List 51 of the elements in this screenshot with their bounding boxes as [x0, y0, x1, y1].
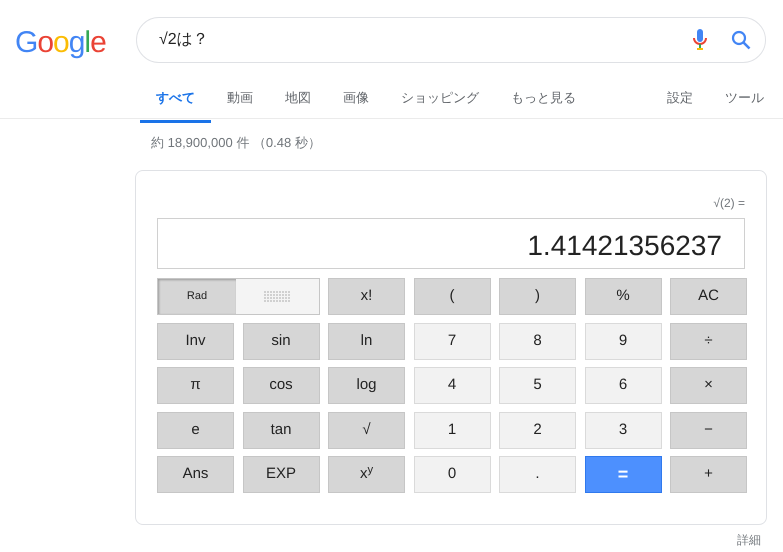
search-tab[interactable]: すべて	[140, 80, 211, 122]
calculator-key[interactable]: ln	[328, 322, 405, 360]
calculator-key[interactable]: )	[499, 278, 576, 315]
search-field[interactable]: √2は？	[157, 27, 693, 53]
calculator-key[interactable]: .	[499, 456, 576, 493]
details-link[interactable]: 詳細	[737, 531, 761, 549]
tool-link[interactable]: ツール	[709, 80, 780, 122]
calculator-key[interactable]: 4	[414, 367, 490, 404]
calculator-key[interactable]: x!	[328, 278, 405, 315]
calculator-key[interactable]: e	[157, 412, 234, 448]
result-stats: 約 18,900,000 件 （0.48 秒）	[151, 134, 321, 152]
calculator-key[interactable]: 8	[499, 322, 576, 360]
calculator-key[interactable]: EXP	[242, 456, 320, 493]
calculator-key[interactable]: x$^{y}$	[328, 456, 405, 493]
microphone-icon[interactable]	[693, 29, 707, 51]
search-tab[interactable]: 地図	[269, 80, 327, 122]
calculator-key[interactable]: ×	[670, 367, 747, 404]
calculator-key[interactable]: 9	[584, 322, 662, 360]
calculator-key[interactable]: (	[414, 278, 490, 315]
calculator-key[interactable]: 3	[584, 412, 662, 448]
calculator-key[interactable]: tan	[242, 412, 320, 448]
calculator-key[interactable]: sin	[242, 322, 320, 360]
search-bar[interactable]: √2は？	[136, 17, 766, 63]
calculator-key[interactable]: ÷	[670, 322, 747, 360]
calculator-key[interactable]: 7	[414, 322, 490, 360]
calculator-key[interactable]: cos	[242, 367, 320, 404]
grip-icon[interactable]	[264, 291, 290, 302]
calculator-key[interactable]: 0	[414, 456, 490, 493]
calculator-key[interactable]: √	[328, 412, 405, 448]
calculator-key[interactable]: π	[157, 367, 234, 404]
search-tab[interactable]: 動画	[211, 80, 269, 122]
angle-mode-toggle[interactable]: Rad	[158, 279, 236, 314]
search-tab[interactable]: 画像	[327, 80, 385, 122]
tool-link[interactable]: 設定	[651, 80, 709, 122]
calculator-key[interactable]: 2	[499, 412, 576, 448]
logo[interactable]: Google	[15, 20, 106, 65]
calculator-key[interactable]: %	[584, 278, 662, 315]
calculator-display: 1.41421356237	[157, 218, 745, 269]
search-icon[interactable]	[731, 30, 751, 50]
calculator-key[interactable]: Inv	[157, 322, 234, 360]
calculator-key[interactable]: −	[670, 412, 747, 448]
expression-text: √(2) =	[713, 196, 745, 210]
search-tab[interactable]: ショッピング	[385, 80, 495, 122]
calculator-key[interactable]: 1	[414, 412, 490, 448]
calculator-key[interactable]: AC	[670, 278, 747, 315]
calculator-key[interactable]: Ans	[157, 456, 234, 493]
calculator-key[interactable]: +	[670, 456, 747, 493]
calculator-key[interactable]: 5	[499, 367, 576, 404]
calculator-key[interactable]: log	[328, 367, 405, 404]
calculator-key[interactable]: 6	[584, 367, 662, 404]
search-tab[interactable]: もっと見る	[495, 80, 592, 122]
